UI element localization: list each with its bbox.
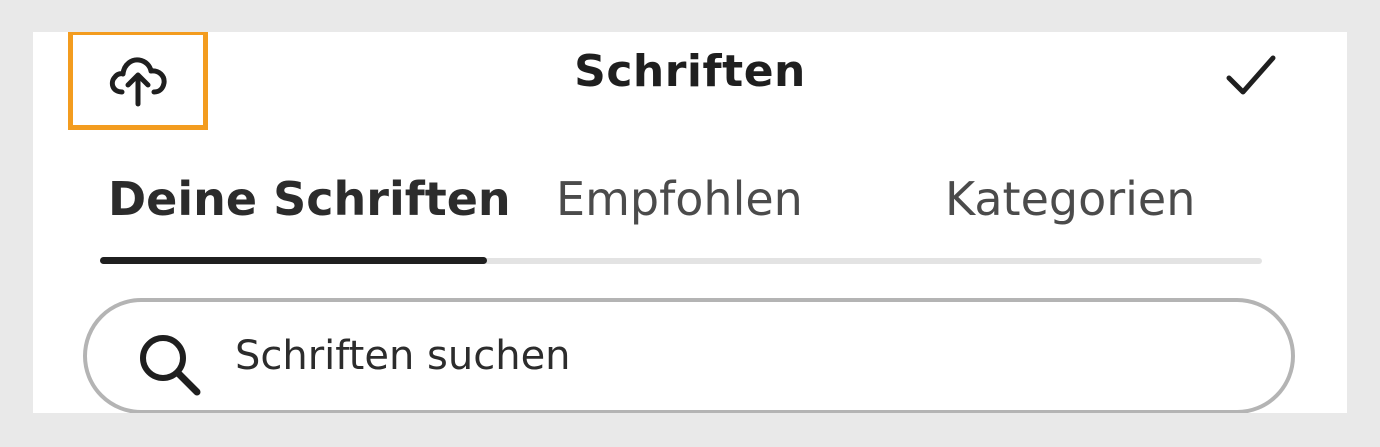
tab-kategorien[interactable]: Kategorien — [945, 172, 1195, 226]
search-bar[interactable] — [83, 298, 1295, 413]
checkmark-icon[interactable] — [1223, 52, 1279, 100]
tab-bar: Deine Schriften Empfohlen Kategorien — [100, 172, 1262, 266]
search-input[interactable] — [235, 326, 1135, 386]
tab-empfohlen[interactable]: Empfohlen — [556, 172, 803, 226]
tab-deine-schriften[interactable]: Deine Schriften — [108, 172, 511, 226]
active-tab-indicator — [100, 257, 487, 264]
fonts-panel: Schriften Deine Schriften Empfohlen Kate… — [33, 32, 1347, 413]
search-icon — [140, 335, 201, 396]
page-title: Schriften — [574, 46, 806, 97]
